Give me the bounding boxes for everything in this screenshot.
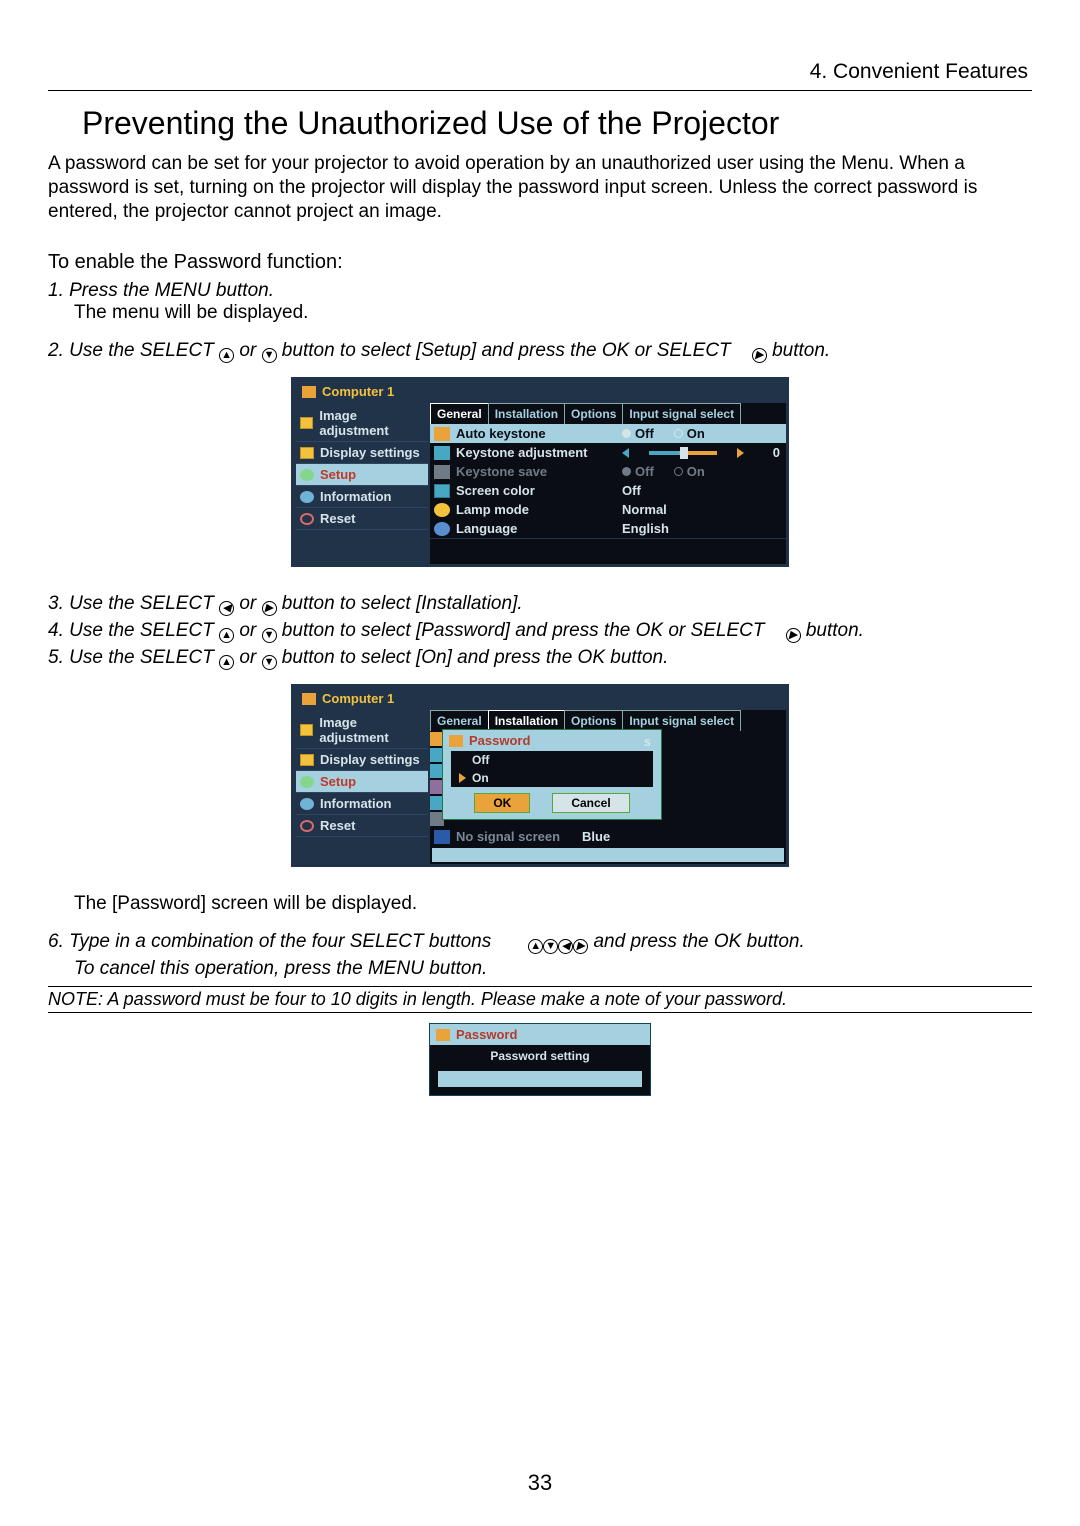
popup-s-label: s xyxy=(644,734,651,749)
breadcrumb: 4. Convenient Features xyxy=(48,60,1032,84)
sidebar-item-setup[interactable]: Setup xyxy=(296,464,428,486)
sidebar-item-image-adjustment[interactable]: Image adjustment xyxy=(296,405,428,442)
right-icon: ▶ xyxy=(752,348,767,363)
step-5: 5. Use the SELECT ▲ or ▼ button to selec… xyxy=(48,647,1032,670)
right-icon: ▶ xyxy=(573,939,588,954)
enable-heading: To enable the Password function: xyxy=(48,251,1032,274)
slider-left-icon xyxy=(622,448,629,458)
down-icon: ▼ xyxy=(262,628,277,643)
intro-paragraph: A password can be set for your projector… xyxy=(48,152,1032,223)
nosignal-icon xyxy=(434,830,450,844)
display-icon xyxy=(300,754,314,766)
up-icon: ▲ xyxy=(528,939,543,954)
password-setting-label: Password setting xyxy=(430,1045,650,1067)
reset-icon xyxy=(300,820,314,832)
step-1: 1. Press the MENU button. xyxy=(48,280,1032,302)
step-6: 6. Type in a combination of the four SEL… xyxy=(48,931,1032,954)
password-input[interactable] xyxy=(438,1071,642,1087)
sidebar-item-setup[interactable]: Setup xyxy=(296,771,428,793)
row-screen-color[interactable]: Screen color Off xyxy=(430,481,786,500)
sidebar-item-information[interactable]: Information xyxy=(296,793,428,815)
tab-installation[interactable]: Installation xyxy=(488,403,565,424)
down-icon: ▼ xyxy=(262,655,277,670)
password-screen-text: The [Password] screen will be displayed. xyxy=(74,893,1032,915)
sidebar-item-reset[interactable]: Reset xyxy=(296,508,428,530)
tab-general[interactable]: General xyxy=(430,710,489,731)
cancel-button[interactable]: Cancel xyxy=(552,793,629,813)
lamp-icon xyxy=(434,503,450,517)
popup-option-on[interactable]: On xyxy=(451,769,653,787)
password-setting-dialog: Password Password setting xyxy=(429,1023,651,1096)
osd-menu-password: Computer 1 Image adjustment Display sett… xyxy=(291,684,789,867)
sidebar-item-display-settings[interactable]: Display settings xyxy=(296,749,428,771)
row-keystone-save: Keystone save Off On xyxy=(430,462,786,481)
keystone-icon xyxy=(434,446,450,460)
sidebar-item-display-settings[interactable]: Display settings xyxy=(296,442,428,464)
sidebar-item-information[interactable]: Information xyxy=(296,486,428,508)
tab-input-signal-select[interactable]: Input signal select xyxy=(622,710,741,731)
row-language[interactable]: Language English xyxy=(430,519,786,538)
step-1-sub: The menu will be displayed. xyxy=(74,302,1032,324)
image-icon xyxy=(300,417,313,429)
reset-icon xyxy=(300,513,314,525)
step-3: 3. Use the SELECT ◀ or ▶ button to selec… xyxy=(48,593,1032,616)
monitor-icon xyxy=(302,693,316,705)
row-keystone-adjustment[interactable]: Keystone adjustment 0 xyxy=(430,443,786,462)
popup-option-off[interactable]: Off xyxy=(451,751,653,769)
note: NOTE: A password must be four to 10 digi… xyxy=(48,986,1032,1013)
setup-icon xyxy=(300,469,314,481)
left-icon: ◀ xyxy=(219,601,234,616)
image-icon xyxy=(300,724,313,736)
info-icon xyxy=(300,491,314,503)
up-icon: ▲ xyxy=(219,348,234,363)
auto-keystone-icon xyxy=(434,427,450,441)
down-icon: ▼ xyxy=(543,939,558,954)
osd-menu-setup: Computer 1 Image adjustment Display sett… xyxy=(291,377,789,567)
tab-installation[interactable]: Installation xyxy=(488,710,565,731)
selected-arrow-icon xyxy=(459,773,466,783)
step-6-sub: To cancel this operation, press the MENU… xyxy=(74,958,1032,980)
osd-title: Computer 1 xyxy=(294,380,786,403)
sidebar-item-reset[interactable]: Reset xyxy=(296,815,428,837)
monitor-icon xyxy=(302,386,316,398)
left-icon: ◀ xyxy=(558,939,573,954)
slider-right-icon xyxy=(737,448,744,458)
radio-off[interactable]: Off xyxy=(622,426,654,441)
tab-options[interactable]: Options xyxy=(564,710,623,731)
setup-icon xyxy=(300,776,314,788)
up-icon: ▲ xyxy=(219,655,234,670)
tab-input-signal-select[interactable]: Input signal select xyxy=(622,403,741,424)
language-icon xyxy=(434,522,450,536)
osd-title: Computer 1 xyxy=(294,687,786,710)
radio-off-dim: Off xyxy=(622,464,654,479)
screen-icon xyxy=(434,484,450,498)
sidebar-item-image-adjustment[interactable]: Image adjustment xyxy=(296,712,428,749)
page-title: Preventing the Unauthorized Use of the P… xyxy=(82,105,1032,142)
right-icon: ▶ xyxy=(786,628,801,643)
osd-footer xyxy=(430,538,786,564)
osd-footer-highlight xyxy=(432,848,784,862)
step-2: 2. Use the SELECT ▲ or ▼ button to selec… xyxy=(48,340,1032,363)
lock-icon xyxy=(449,735,463,747)
tab-options[interactable]: Options xyxy=(564,403,623,424)
radio-on-dim: On xyxy=(674,464,705,479)
down-icon: ▼ xyxy=(262,348,277,363)
row-auto-keystone[interactable]: Auto keystone Off On xyxy=(430,424,786,443)
display-icon xyxy=(300,447,314,459)
tab-general[interactable]: General xyxy=(430,403,489,424)
row-no-signal-screen[interactable]: No signal screen Blue xyxy=(430,827,786,846)
divider xyxy=(48,90,1032,91)
page-number: 33 xyxy=(0,1470,1080,1496)
right-icon: ▶ xyxy=(262,601,277,616)
step-4: 4. Use the SELECT ▲ or ▼ button to selec… xyxy=(48,620,1032,643)
lock-icon xyxy=(436,1029,450,1041)
up-icon: ▲ xyxy=(219,628,234,643)
radio-on[interactable]: On xyxy=(674,426,705,441)
row-lamp-mode[interactable]: Lamp mode Normal xyxy=(430,500,786,519)
info-icon xyxy=(300,798,314,810)
password-popup: Password s Off On OK Cancel xyxy=(442,729,662,820)
save-icon xyxy=(434,465,450,479)
keystone-slider[interactable]: 0 xyxy=(622,445,780,460)
ok-button[interactable]: OK xyxy=(474,793,530,813)
